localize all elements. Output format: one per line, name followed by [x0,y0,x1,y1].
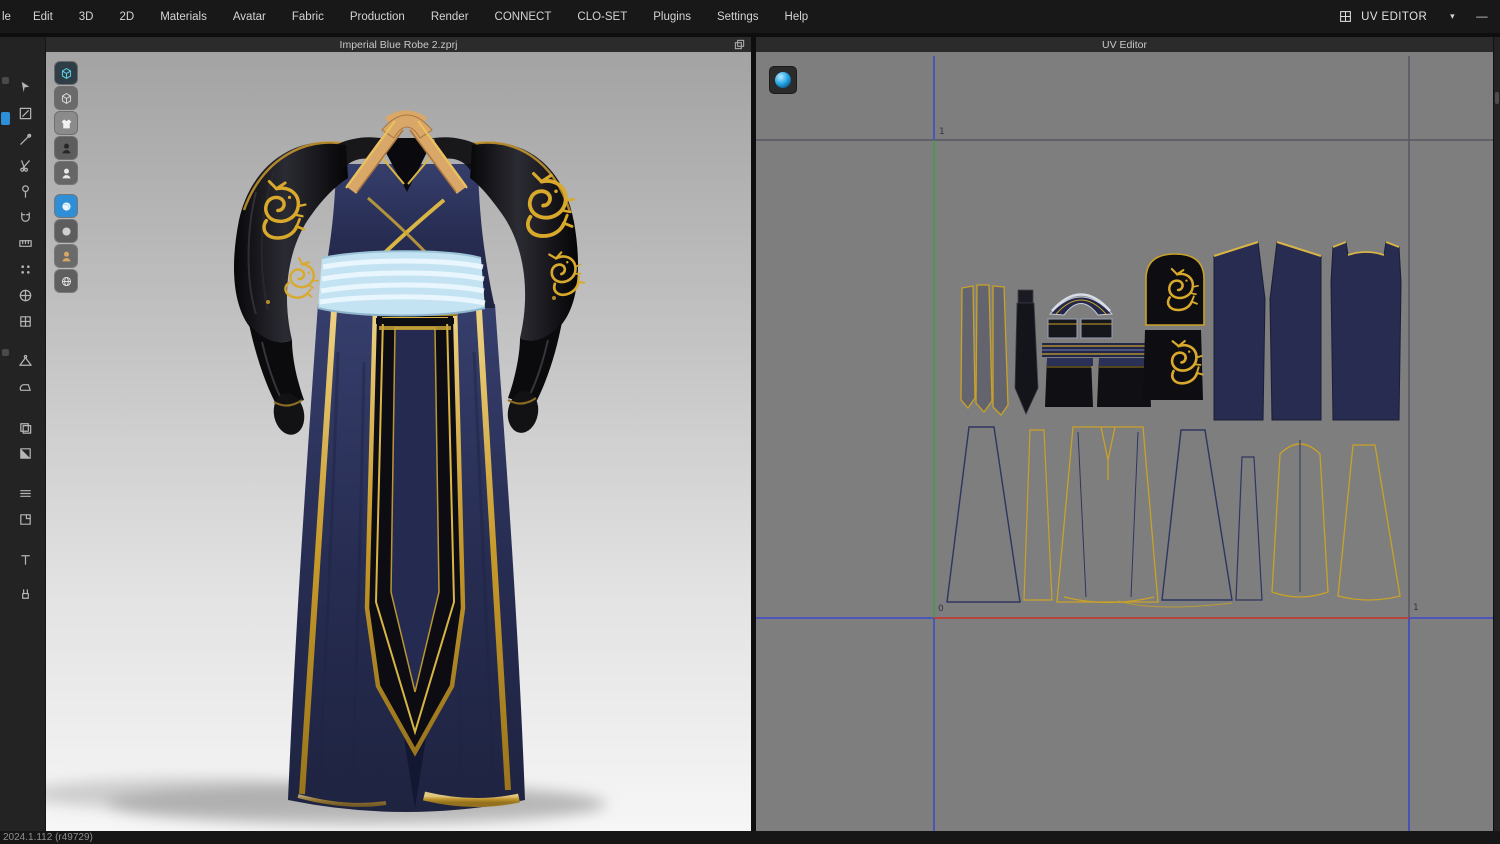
menu-fabric[interactable]: Fabric [279,11,337,23]
uv-label-origin: 0 [938,604,944,614]
pen-tool-icon[interactable] [13,127,38,151]
box-edit-tool-icon[interactable] [13,101,38,125]
workspace: Imperial Blue Robe 2.zprj UV Editor 1 0 … [0,33,1500,831]
viewport-3d-canvas[interactable] [46,52,751,831]
right-collapsed-panel[interactable] [1493,37,1500,831]
plug-tool-icon[interactable] [13,582,38,606]
globe-icon[interactable] [55,270,77,292]
list-tool-icon[interactable] [13,481,38,505]
t-pin-tool-icon[interactable] [13,547,38,571]
menu-avatar[interactable]: Avatar [220,11,279,23]
magnet-tool-icon[interactable] [13,205,38,229]
fold-tool-icon[interactable] [13,507,38,531]
menu-render[interactable]: Render [418,11,482,23]
status-bar: 2024.1.112 (r49729) [0,831,1500,844]
uv-grid-icon [1339,10,1352,23]
tool-flyout-tick [2,77,9,84]
viewport-3d-panel: Imperial Blue Robe 2.zprj [46,37,751,831]
uv-label-v1: 1 [939,127,945,137]
uv-editor-canvas[interactable]: 1 0 1 [756,52,1493,831]
sphere-gray-icon[interactable] [55,220,77,242]
cursor-tool-icon[interactable] [13,75,38,99]
uv-piece-back-bodice[interactable] [1330,241,1402,421]
version-label: 2024.1.112 (r49729) [3,832,93,843]
scissors-tool-icon[interactable] [13,153,38,177]
uv-scene: 1 0 1 [756,52,1493,831]
tape-tool-icon[interactable] [13,231,38,255]
uv-piece-cuff-left[interactable] [1045,358,1093,407]
uv-piece-belt[interactable] [1042,343,1151,357]
menu-materials[interactable]: Materials [147,11,220,23]
menu-connect[interactable]: CONNECT [482,11,565,23]
uv-piece-cuff-right[interactable] [1097,358,1151,407]
pin-tool-icon[interactable] [13,179,38,203]
undock-window-icon[interactable] [734,39,746,51]
view-toggle-toolbar [55,62,77,295]
menu-plugins[interactable]: Plugins [640,11,704,23]
uv-editor-panel: UV Editor 1 0 1 [756,37,1493,831]
uv-piece-dragon-emblem-1[interactable] [1145,253,1205,326]
split-tool-icon[interactable] [13,309,38,333]
menu-clo-set[interactable]: CLO-SET [564,11,640,23]
material-sphere [775,72,791,88]
mode-dropdown-caret[interactable]: ▾ [1450,11,1455,22]
uv-editor-mode-label[interactable]: UV EDITOR [1361,11,1427,23]
menu-bar: le Edit 3D 2D Materials Avatar Fabric Pr… [0,0,1500,33]
uv-piece-dragon-emblem-2[interactable] [1143,330,1206,400]
menu-edit[interactable]: Edit [20,11,66,23]
person-icon[interactable] [55,162,77,184]
dot-grid-tool-icon[interactable] [13,257,38,281]
sphere-tool-icon[interactable] [13,283,38,307]
bust-icon[interactable] [55,137,77,159]
robe-belt-sash [317,250,486,317]
viewport-3d-title: Imperial Blue Robe 2.zprj [339,38,458,51]
tool-flyout-tick [2,349,9,356]
viewport-3d-header: Imperial Blue Robe 2.zprj [46,37,751,52]
clo3d-app: le Edit 3D 2D Materials Avatar Fabric Pr… [0,0,1500,844]
menu-production[interactable]: Production [337,11,418,23]
uv-label-u1: 1 [1413,603,1419,613]
menu-help[interactable]: Help [772,11,822,23]
menu-file[interactable]: le [0,11,20,23]
menu-2d[interactable]: 2D [106,11,147,23]
uv-background [756,52,1493,831]
hanger-tool-icon[interactable] [13,349,38,373]
cube-dark-icon[interactable] [55,62,77,84]
iron-tool-icon[interactable] [13,375,38,399]
blue-material-sphere-icon[interactable] [769,66,797,94]
cube-light-icon[interactable] [55,87,77,109]
garment-3d-render [46,52,751,831]
uv-piece-collar-strips[interactable] [960,284,1009,417]
menu-settings[interactable]: Settings [704,11,772,23]
uv-editor-title: UV Editor [1102,38,1147,51]
shirt-icon[interactable] [55,112,77,134]
person-tan-icon[interactable] [55,245,77,267]
left-toolbar [0,37,46,831]
active-tool-indicator [1,112,10,125]
mode-switcher: UV EDITOR ▾ — [1339,10,1500,23]
collapse-button[interactable]: — [1476,11,1488,23]
fill-tool-icon[interactable] [13,441,38,465]
panel-grip-icon [1495,92,1499,104]
menu-list: le Edit 3D 2D Materials Avatar Fabric Pr… [0,11,821,23]
sphere-blue-icon[interactable] [55,195,77,217]
layers-tool-icon[interactable] [13,415,38,439]
menu-3d[interactable]: 3D [66,11,107,23]
uv-editor-header: UV Editor [756,37,1493,52]
uv-piece-tie[interactable] [1014,289,1039,415]
